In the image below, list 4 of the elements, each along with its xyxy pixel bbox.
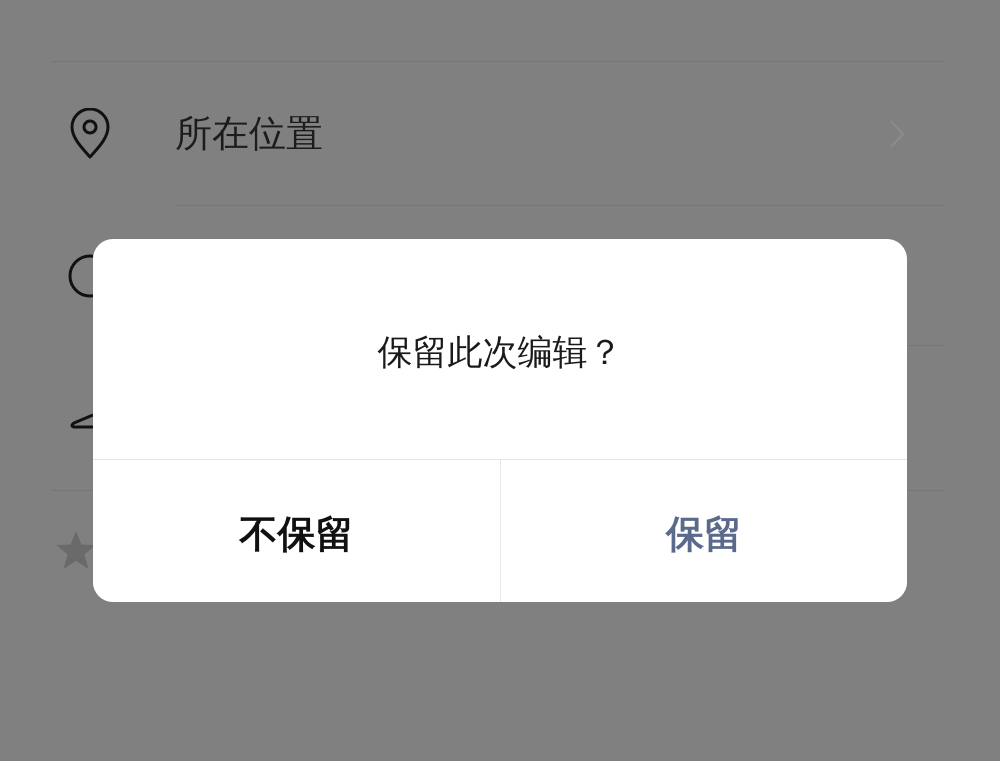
row-label: 所在位置 [175, 111, 324, 157]
dialog-title: 保留此次编辑？ [378, 332, 622, 374]
location-pin-icon [68, 108, 112, 160]
keep-button[interactable]: 保留 [500, 460, 907, 602]
